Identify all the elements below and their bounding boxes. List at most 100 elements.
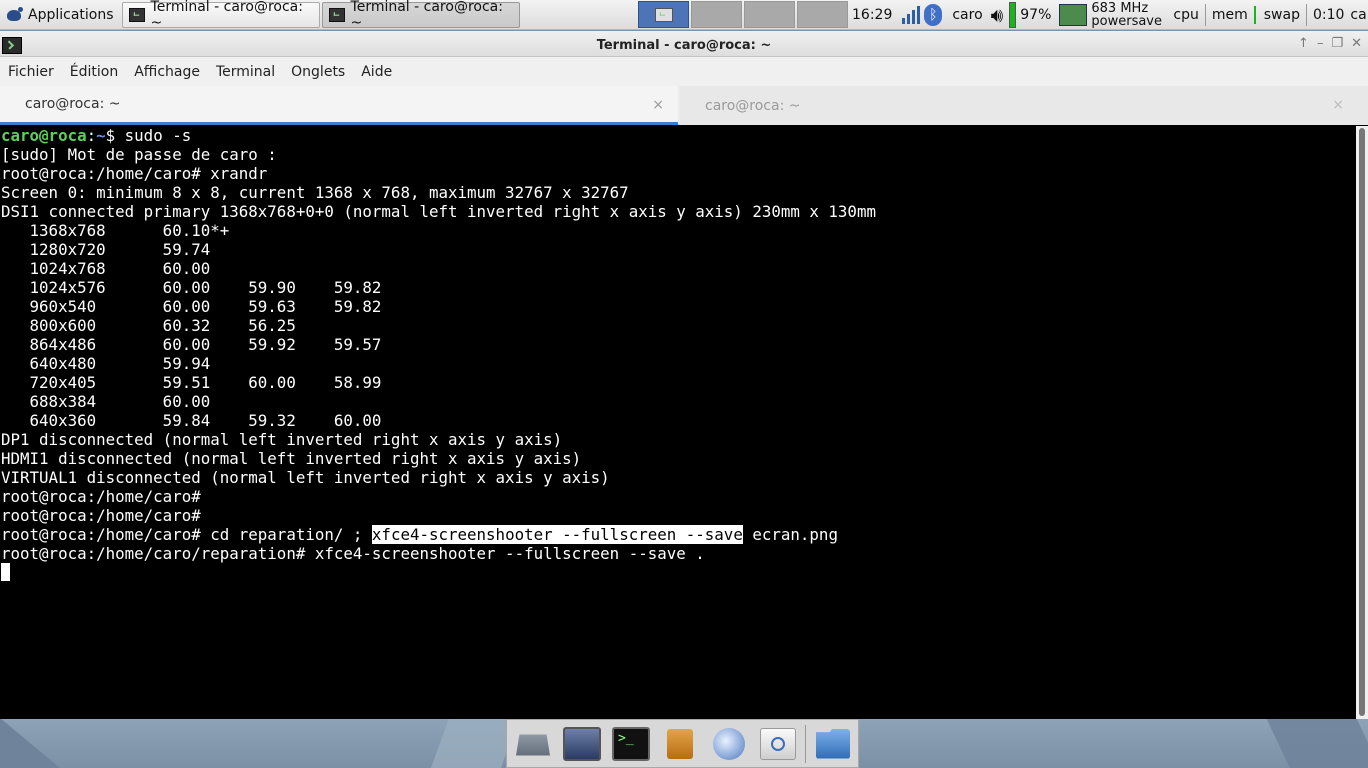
window-title: Terminal - caro@roca: ~	[596, 38, 772, 53]
cd-line-suffix: ecran.png	[742, 525, 838, 544]
signal-icon[interactable]	[902, 6, 921, 24]
terminal-line	[1, 563, 1356, 582]
user-label-2[interactable]: caro	[1350, 7, 1368, 23]
display-icon	[563, 726, 601, 761]
search-icon	[760, 727, 796, 760]
prompt-path: ~	[96, 126, 106, 145]
applications-menu-button[interactable]: Applications	[0, 0, 120, 30]
swap-monitor-label[interactable]: swap	[1264, 7, 1300, 23]
text-cursor	[1, 563, 10, 581]
terminal-icon	[328, 7, 345, 22]
tab-2[interactable]: caro@roca: ~ ×	[680, 86, 1368, 125]
tab-close-icon[interactable]: ×	[652, 97, 664, 113]
window-titlebar[interactable]: Terminal - caro@roca: ~ ↑ – ❐ ✕	[0, 31, 1368, 57]
terminal-line: 800x600 60.32 56.25	[1, 316, 296, 335]
cpu-freq-icon[interactable]	[1059, 4, 1088, 26]
menu-bar: Fichier Édition Affichage Terminal Ongle…	[0, 57, 1368, 86]
menu-aide[interactable]: Aide	[353, 64, 400, 80]
terminal-icon	[654, 7, 673, 22]
wallpaper-shape	[1266, 718, 1368, 768]
folder-icon	[816, 728, 850, 759]
battery-icon[interactable]	[1009, 2, 1017, 28]
workspace-switcher	[638, 1, 850, 29]
battery-percent: 97%	[1020, 7, 1052, 23]
close-button[interactable]: ✕	[1351, 36, 1362, 51]
terminal-line: DSI1 connected primary 1368x768+0+0 (nor…	[1, 202, 876, 221]
menu-terminal[interactable]: Terminal	[208, 64, 283, 80]
cd-line-prefix: root@roca:/home/caro# cd reparation/ ;	[1, 525, 372, 544]
applications-menu-icon	[4, 6, 24, 23]
terminal-scrollbar[interactable]	[1356, 126, 1368, 719]
tab-label: caro@roca: ~	[25, 96, 121, 112]
maximize-button[interactable]: ❐	[1331, 36, 1343, 51]
terminal-line: root@roca:/home/caro# xrandr	[1, 164, 268, 183]
uptime: 0:10	[1312, 7, 1345, 23]
menu-edition[interactable]: Édition	[62, 64, 126, 80]
terminal-line: 1280x720 59.74	[1, 240, 211, 259]
menu-affichage[interactable]: Affichage	[126, 64, 208, 80]
bluetooth-icon[interactable]: ᛒ	[924, 4, 943, 26]
separator	[1305, 4, 1307, 26]
dock-item-archive[interactable]	[658, 723, 702, 765]
cpu-freq-readout: 683 MHz powersave	[1091, 2, 1167, 28]
terminal-line: 688x384 60.00	[1, 392, 211, 411]
taskbar-item-label: Terminal - caro@roca: ~	[350, 0, 503, 31]
dock-item-web-browser[interactable]	[707, 723, 751, 765]
workspace-2[interactable]	[691, 1, 742, 28]
web-browser-icon	[713, 727, 745, 760]
terminal-line: root@roca:/home/caro#	[1, 487, 201, 506]
tab-label: caro@roca: ~	[705, 97, 801, 114]
workspace-3[interactable]	[744, 1, 795, 28]
terminal-line: 640x360 59.84 59.32 60.00	[1, 411, 382, 430]
scrollbar-thumb[interactable]	[1359, 128, 1365, 716]
first-command: $ sudo -s	[105, 126, 192, 145]
terminal-line: VIRTUAL1 disconnected (normal left inver…	[1, 468, 610, 487]
taskbar-item-terminal-2[interactable]: Terminal - caro@roca: ~	[321, 0, 520, 31]
prompt-sep: :	[86, 126, 97, 145]
tab-close-icon[interactable]: ×	[1332, 97, 1344, 113]
bottom-dock	[506, 719, 859, 768]
cpu-monitor-label[interactable]: cpu	[1173, 7, 1198, 23]
selected-text[interactable]: xfce4-screenshooter --fullscreen --save	[371, 525, 743, 544]
archive-icon	[667, 728, 693, 759]
top-panel: Applications Terminal - caro@roca: ~ Ter…	[0, 0, 1368, 31]
volume-icon[interactable]: 🔊︎	[991, 5, 1004, 25]
terminal-line: root@roca:/home/caro#	[1, 506, 201, 525]
cpu-governor: powersave	[1091, 14, 1163, 28]
minimize-button[interactable]: –	[1317, 36, 1324, 51]
user-label: caro	[952, 7, 983, 23]
terminal-line: 640x480 59.94	[1, 354, 211, 373]
applications-label: Applications	[28, 6, 114, 23]
taskbar-item-label: Terminal - caro@roca: ~	[150, 0, 303, 31]
dock-item-display[interactable]	[560, 723, 604, 765]
taskbar-item-terminal-1[interactable]: Terminal - caro@roca: ~	[121, 0, 320, 31]
workspace-1[interactable]	[638, 1, 689, 28]
terminal-text: caro@roca:~$ sudo -s [sudo] Mot de passe …	[0, 126, 1356, 582]
tab-bar: caro@roca: ~ × caro@roca: ~ ×	[0, 86, 1368, 125]
dock-item-search[interactable]	[756, 723, 800, 765]
terminal-line: Screen 0: minimum 8 x 8, current 1368 x …	[1, 183, 629, 202]
terminal-line: 720x405 59.51 60.00 58.99	[1, 373, 382, 392]
workspace-4[interactable]	[797, 1, 848, 28]
tab-1[interactable]: caro@roca: ~ ×	[0, 86, 678, 125]
terminal-line: 1024x576 60.00 59.90 59.82	[1, 278, 382, 297]
terminal-line: 864x486 60.00 59.92 59.57	[1, 335, 382, 354]
dock-item-terminal[interactable]	[609, 723, 653, 765]
shade-button[interactable]: ↑	[1298, 36, 1309, 51]
system-tray: 16:29 ᛒ caro 🔊︎ 97% 683 MHz powersave cp…	[852, 0, 1368, 30]
prompt-user: caro@roca	[1, 126, 87, 145]
wallpaper-shape	[0, 718, 60, 768]
terminal-icon	[612, 726, 650, 761]
menu-onglets[interactable]: Onglets	[283, 64, 353, 80]
dock-item-folder[interactable]	[811, 723, 855, 765]
mem-monitor-label[interactable]: mem	[1212, 7, 1248, 23]
terminal-line: HDMI1 disconnected (normal left inverted…	[1, 449, 582, 468]
swap-bar	[1253, 6, 1256, 24]
separator	[1204, 4, 1206, 26]
terminal-output[interactable]: caro@roca:~$ sudo -s [sudo] Mot de passe …	[0, 126, 1356, 719]
clock[interactable]: 16:29	[852, 7, 892, 23]
dock-item-trash[interactable]	[511, 723, 555, 765]
menu-fichier[interactable]: Fichier	[0, 64, 62, 80]
terminal-lines: [sudo] Mot de passe de caro : root@roca:/…	[1, 145, 1356, 525]
terminal-line: 960x540 60.00 59.63 59.82	[1, 297, 382, 316]
